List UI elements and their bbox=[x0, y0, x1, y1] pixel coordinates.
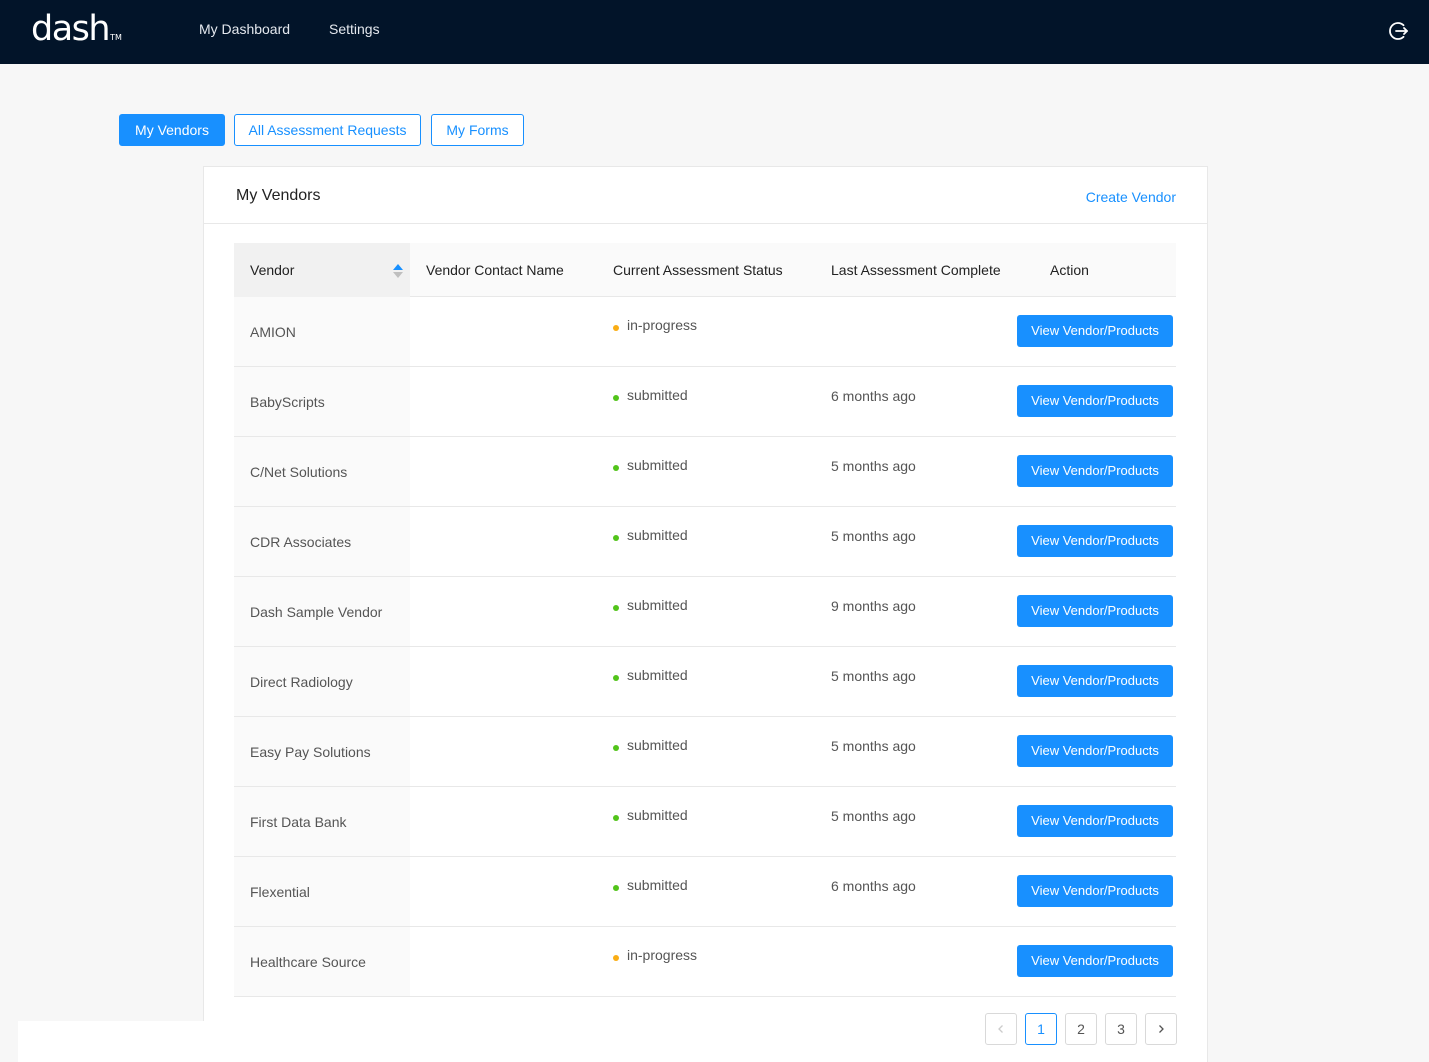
status-text: submitted bbox=[627, 457, 688, 473]
table-row: C/Net Solutions submitted 5 months ago View… bbox=[234, 437, 1176, 507]
view-vendor-products-button[interactable]: View Vendor/Products bbox=[1017, 875, 1173, 907]
table-row: CDR Associates submitted 5 months ago View … bbox=[234, 507, 1176, 577]
vendor-name: C/Net Solutions bbox=[250, 464, 348, 480]
status-badge: submitted bbox=[613, 597, 688, 613]
tab-my-vendors[interactable]: My Vendors bbox=[119, 114, 225, 146]
status-text: submitted bbox=[627, 387, 688, 403]
status-dot bbox=[613, 325, 619, 332]
table-row: BabyScripts submitted 6 months ago View Ven… bbox=[234, 367, 1176, 437]
status-badge: submitted bbox=[613, 877, 688, 893]
card-title: My Vendors bbox=[236, 187, 321, 204]
view-vendor-products-button[interactable]: View Vendor/Products bbox=[1017, 735, 1173, 767]
tab-all-assessment-requests[interactable]: All Assessment Requests bbox=[234, 114, 421, 146]
status-badge: submitted bbox=[613, 387, 688, 403]
status-dot bbox=[613, 535, 619, 542]
status-dot bbox=[613, 745, 619, 752]
vendor-name: AMION bbox=[250, 324, 296, 340]
status-text: submitted bbox=[627, 667, 688, 683]
pagination-page-1[interactable]: 1 bbox=[1025, 1013, 1057, 1045]
table-row: Easy Pay Solutions submitted 5 months ago V… bbox=[234, 717, 1176, 787]
tab-my-forms[interactable]: My Forms bbox=[431, 114, 524, 146]
table-row: Flexential submitted 6 months ago View Vend… bbox=[234, 857, 1176, 927]
view-vendor-products-button[interactable]: View Vendor/Products bbox=[1017, 455, 1173, 487]
view-vendor-products-button[interactable]: View Vendor/Products bbox=[1017, 525, 1173, 557]
card-header: My Vendors Create Vendor bbox=[204, 167, 1207, 224]
view-vendor-products-button[interactable]: View Vendor/Products bbox=[1017, 315, 1173, 347]
status-text: submitted bbox=[627, 737, 688, 753]
status-text: submitted bbox=[627, 807, 688, 823]
table-row: Dash Sample Vendor submitted 9 months ago V… bbox=[234, 577, 1176, 647]
vendor-name: BabyScripts bbox=[250, 394, 325, 410]
status-badge: submitted bbox=[613, 737, 688, 753]
view-vendor-products-button[interactable]: View Vendor/Products bbox=[1017, 385, 1173, 417]
status-dot bbox=[613, 885, 619, 892]
status-dot bbox=[613, 465, 619, 472]
status-badge: submitted bbox=[613, 667, 688, 683]
last-assessment-complete: 5 months ago bbox=[831, 528, 916, 544]
logo-trademark: TM bbox=[110, 33, 122, 42]
vendor-name: Healthcare Source bbox=[250, 954, 366, 970]
last-assessment-complete: 6 months ago bbox=[831, 388, 916, 404]
status-badge: in-progress bbox=[613, 947, 697, 963]
vendor-name: First Data Bank bbox=[250, 814, 347, 830]
status-text: submitted bbox=[627, 597, 688, 613]
chevron-right-icon bbox=[1159, 1025, 1164, 1033]
view-vendor-products-button[interactable]: View Vendor/Products bbox=[1017, 595, 1173, 627]
status-text: in-progress bbox=[627, 317, 698, 333]
last-assessment-complete: 9 months ago bbox=[831, 598, 916, 614]
table-row: Healthcare Source in-progress View Vendor/… bbox=[234, 927, 1176, 997]
vendor-name: Flexential bbox=[250, 884, 310, 900]
table-header: Vendor Vendor Contact Name Current Asses… bbox=[234, 243, 1176, 297]
status-dot bbox=[613, 815, 619, 822]
table-row: First Data Bank submitted 5 months ago View… bbox=[234, 787, 1176, 857]
vendor-name: Dash Sample Vendor bbox=[250, 604, 383, 620]
column-header-last-complete: Last Assessment Complete bbox=[831, 262, 1001, 278]
pagination-page-2[interactable]: 2 bbox=[1065, 1013, 1097, 1045]
column-header-vendor[interactable]: Vendor bbox=[250, 262, 294, 278]
footer-strip bbox=[18, 1021, 204, 1062]
last-assessment-complete: 5 months ago bbox=[831, 808, 916, 824]
view-vendor-products-button[interactable]: View Vendor/Products bbox=[1017, 945, 1173, 977]
table-row: AMION in-progress View Vendor/Products bbox=[234, 297, 1176, 367]
column-header-status: Current Assessment Status bbox=[613, 262, 783, 278]
status-text: submitted bbox=[627, 527, 688, 543]
column-header-contact: Vendor Contact Name bbox=[426, 262, 564, 278]
chevron-left-icon bbox=[998, 1025, 1003, 1033]
column-header-action: Action bbox=[1050, 262, 1089, 278]
status-dot bbox=[613, 605, 619, 612]
last-assessment-complete: 6 months ago bbox=[831, 878, 916, 894]
status-dot bbox=[613, 395, 619, 402]
pagination-page-3[interactable]: 3 bbox=[1105, 1013, 1137, 1045]
status-dot bbox=[613, 675, 619, 682]
pagination-next[interactable] bbox=[1145, 1013, 1177, 1045]
vendors-card: My Vendors Create Vendor Vendor Vendor C… bbox=[203, 166, 1208, 1062]
create-vendor-link[interactable]: Create Vendor bbox=[1086, 189, 1176, 205]
logout-icon[interactable] bbox=[1388, 20, 1410, 42]
pagination-prev[interactable] bbox=[985, 1013, 1017, 1045]
status-text: in-progress bbox=[627, 947, 698, 963]
status-dot bbox=[613, 955, 619, 962]
nav-my-dashboard[interactable]: My Dashboard bbox=[199, 21, 290, 37]
status-text: submitted bbox=[627, 877, 688, 893]
view-vendor-products-button[interactable]: View Vendor/Products bbox=[1017, 805, 1173, 837]
last-assessment-complete: 5 months ago bbox=[831, 738, 916, 754]
dash-logo[interactable]: dashTM bbox=[31, 9, 122, 49]
nav-settings[interactable]: Settings bbox=[329, 21, 380, 37]
last-assessment-complete: 5 months ago bbox=[831, 668, 916, 684]
top-navbar: dashTM My Dashboard Settings bbox=[0, 0, 1429, 64]
status-badge: submitted bbox=[613, 527, 688, 543]
vendor-name: CDR Associates bbox=[250, 534, 352, 550]
view-vendor-products-button[interactable]: View Vendor/Products bbox=[1017, 665, 1173, 697]
table-row: Direct Radiology submitted 5 months ago Vie… bbox=[234, 647, 1176, 717]
sort-icon[interactable] bbox=[392, 263, 404, 279]
status-badge: submitted bbox=[613, 457, 688, 473]
vendor-name: Direct Radiology bbox=[250, 674, 353, 690]
vendor-name: Easy Pay Solutions bbox=[250, 744, 371, 760]
status-badge: submitted bbox=[613, 807, 688, 823]
last-assessment-complete: 5 months ago bbox=[831, 458, 916, 474]
status-badge: in-progress bbox=[613, 317, 697, 333]
